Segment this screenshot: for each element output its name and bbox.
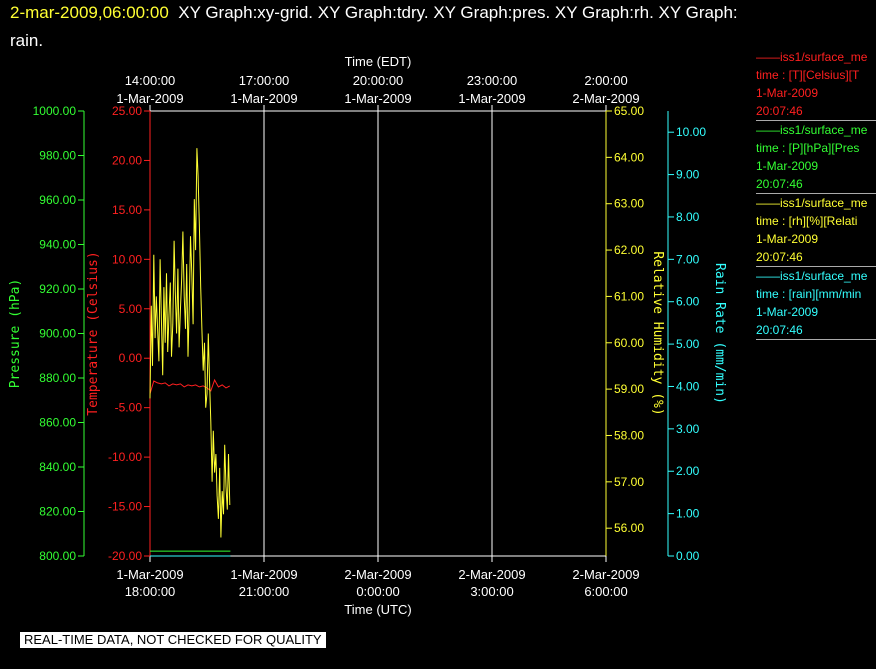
legend-entry-line2: time : [rain][mm/min: [756, 287, 862, 301]
legend-entry-line4: 20:07:46: [756, 250, 803, 264]
rh-tick-label: 59.00: [614, 382, 644, 396]
legend-entry: ——iss1/surface_metime : [rh][%][Relati 1-…: [756, 194, 876, 267]
legend-entry-line3: 1-Mar-2009: [756, 305, 819, 319]
x-bottom-tick-time: 3:00:00: [470, 584, 513, 599]
rh-tick-label: 56.00: [614, 521, 644, 535]
legend-entry-line3: 1-Mar-2009: [756, 159, 819, 173]
series-line-rh: [149, 148, 231, 538]
pressure-tick-label: 940.00: [39, 238, 76, 252]
temperature-tick-label: -15.00: [108, 500, 142, 514]
x-top-tick-time: 23:00:00: [467, 73, 518, 88]
legend-entry-line1: ——iss1/surface_me: [756, 123, 868, 137]
legend-entry-line2: time : [P][hPa][Pres: [756, 141, 860, 155]
legend-entry: ——iss1/surface_metime : [T][Celsius][T 1-…: [756, 48, 876, 121]
xy-graph: 1-Mar-2009 18:00:00 1-Mar-2009 21:00:00 2-Ma…: [8, 54, 727, 617]
rain-tick-label: 2.00: [676, 464, 700, 478]
pressure-tick-label: 1000.00: [33, 104, 77, 118]
rh-tick-label: 61.00: [614, 289, 644, 303]
temperature-tick-label: -20.00: [108, 549, 142, 563]
legend-entry-line2: time : [rh][%][Relati: [756, 214, 858, 228]
rain-tick-label: 8.00: [676, 210, 700, 224]
pressure-tick-label: 840.00: [39, 460, 76, 474]
legend-entry-line3: 1-Mar-2009: [756, 86, 819, 100]
pressure-tick-label: 880.00: [39, 371, 76, 385]
x-bottom-axis-label: Time (UTC): [344, 602, 411, 617]
rain-tick-label: 3.00: [676, 422, 700, 436]
legend-entry-line4: 20:07:46: [756, 177, 803, 191]
rh-tick-label: 58.00: [614, 428, 644, 442]
rh-tick-label: 57.00: [614, 475, 644, 489]
rh-tick-label: 64.00: [614, 150, 644, 164]
temperature-tick-label: 5.00: [119, 302, 143, 316]
legend-entry-line1: ——iss1/surface_me: [756, 196, 868, 210]
x-bottom-tick-date: 2-Mar-2009: [344, 567, 411, 582]
legend-entry-line1: ——iss1/surface_me: [756, 269, 868, 283]
temperature-tick-label: 15.00: [112, 203, 142, 217]
pressure-tick-label: 900.00: [39, 327, 76, 341]
pressure-tick-label: 820.00: [39, 505, 76, 519]
rh-axis-title: Relative Humidity (%): [650, 251, 665, 415]
rain-axis-title: Rain Rate (mm/min): [712, 263, 727, 404]
x-bottom-tick-time: 18:00:00: [125, 584, 176, 599]
temperature-tick-label: 20.00: [112, 153, 142, 167]
x-bottom-tick-date: 1-Mar-2009: [230, 567, 297, 582]
x-top-tick-time: 17:00:00: [239, 73, 290, 88]
rain-tick-label: 1.00: [676, 507, 700, 521]
rh-tick-label: 63.00: [614, 197, 644, 211]
temperature-tick-label: 25.00: [112, 104, 142, 118]
x-bottom-tick-date: 2-Mar-2009: [572, 567, 639, 582]
x-top-tick-time: 20:00:00: [353, 73, 404, 88]
x-top-tick-time: 2:00:00: [584, 73, 627, 88]
temperature-tick-label: -5.00: [115, 401, 143, 415]
pressure-tick-label: 860.00: [39, 416, 76, 430]
pressure-tick-label: 800.00: [39, 549, 76, 563]
x-bottom-tick-time: 21:00:00: [239, 584, 290, 599]
series-line-temperature: [149, 378, 231, 394]
rain-tick-label: 4.00: [676, 379, 700, 393]
pressure-axis-title: Pressure (hPa): [8, 279, 23, 389]
rain-tick-label: 0.00: [676, 549, 700, 563]
quality-notice: REAL-TIME DATA, NOT CHECKED FOR QUALITY: [20, 632, 326, 648]
legend-entry-line1: ——iss1/surface_me: [756, 50, 868, 64]
x-bottom-tick-time: 0:00:00: [356, 584, 399, 599]
x-bottom-tick-time: 6:00:00: [584, 584, 627, 599]
x-bottom-tick-date: 1-Mar-2009: [116, 567, 183, 582]
legend-entry-line3: 1-Mar-2009: [756, 232, 819, 246]
rh-tick-label: 60.00: [614, 336, 644, 350]
pressure-tick-label: 920.00: [39, 282, 76, 296]
x-top-axis-label: Time (EDT): [345, 54, 412, 69]
rain-tick-label: 5.00: [676, 337, 700, 351]
rh-tick-label: 62.00: [614, 243, 644, 257]
temperature-axis-title: Temperature (Celsius): [86, 251, 101, 415]
legend-entry: ——iss1/surface_metime : [rain][mm/min 1-M…: [756, 267, 876, 340]
rain-tick-label: 7.00: [676, 252, 700, 266]
x-top-tick-date: 1-Mar-2009: [230, 91, 297, 106]
x-top-tick-date: 1-Mar-2009: [458, 91, 525, 106]
pressure-tick-label: 960.00: [39, 193, 76, 207]
temperature-tick-label: 0.00: [119, 351, 143, 365]
temperature-tick-label: -10.00: [108, 450, 142, 464]
rain-tick-label: 9.00: [676, 168, 700, 182]
x-top-tick-date: 1-Mar-2009: [344, 91, 411, 106]
x-bottom-tick-date: 2-Mar-2009: [458, 567, 525, 582]
legend-entry-line2: time : [T][Celsius][T: [756, 68, 860, 82]
legend-entry: ——iss1/surface_metime : [P][hPa][Pres 1-M…: [756, 121, 876, 194]
legend-entry-line4: 20:07:46: [756, 104, 803, 118]
x-top-tick-time: 14:00:00: [125, 73, 176, 88]
rh-tick-label: 65.00: [614, 104, 644, 118]
rain-tick-label: 10.00: [676, 125, 706, 139]
pressure-tick-label: 980.00: [39, 149, 76, 163]
temperature-tick-label: 10.00: [112, 252, 142, 266]
rain-tick-label: 6.00: [676, 295, 700, 309]
legend-entry-line4: 20:07:46: [756, 323, 803, 337]
